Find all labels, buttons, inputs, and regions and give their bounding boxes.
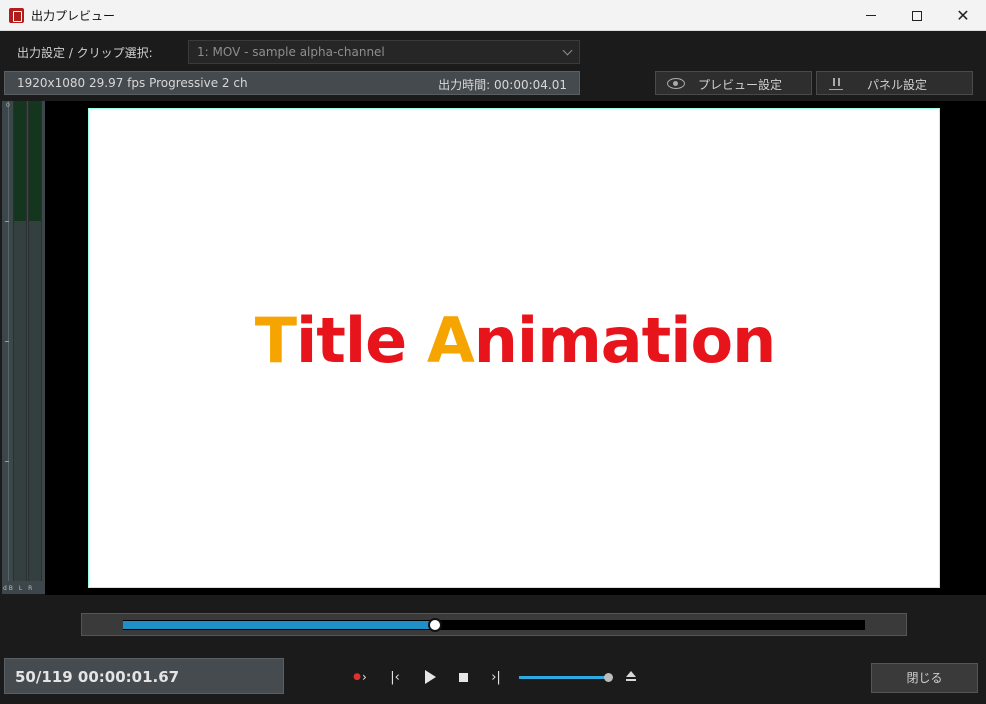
title-letter-t: T <box>254 304 297 377</box>
clip-select-value: 1: MOV - sample alpha-channel <box>197 45 385 59</box>
set-in-point-button[interactable]: ● › <box>348 666 372 688</box>
skip-back-icon: |‹ <box>390 669 400 685</box>
panel-settings-button[interactable]: パネル設定 <box>816 71 973 95</box>
output-format: 1920x1080 29.97 fps Progressive 2 ch <box>17 76 248 90</box>
meter-scale <box>2 101 9 581</box>
output-duration: 出力時間: 00:00:04.01 <box>438 78 567 92</box>
skip-forward-icon: ›| <box>491 669 501 685</box>
window-title: 出力プレビュー <box>31 9 116 23</box>
record-in-icon: ● <box>353 672 362 682</box>
stop-button[interactable] <box>451 666 475 688</box>
timeline-bar <box>81 613 907 636</box>
output-info-bar: 1920x1080 29.97 fps Progressive 2 ch 出力時… <box>4 71 580 95</box>
playback-speed-slider[interactable] <box>519 673 613 682</box>
timeline-playhead[interactable] <box>427 618 442 632</box>
title-letter-a: A <box>426 304 475 377</box>
play-button[interactable] <box>418 666 442 688</box>
close-icon: ✕ <box>956 6 970 25</box>
frame-counter: 50/119 00:00:01.67 <box>4 658 284 694</box>
preview-settings-button[interactable]: プレビュー設定 <box>655 71 812 95</box>
eject-icon[interactable] <box>625 671 637 683</box>
close-dialog-button[interactable]: 閉じる <box>871 663 978 693</box>
chevron-down-icon <box>562 45 573 56</box>
preview-title-text: Title Animation <box>89 304 941 377</box>
skip-forward-button[interactable]: ›| <box>484 666 508 688</box>
meter-channel-labels: dB L R <box>3 585 35 592</box>
minimize-icon <box>866 15 876 16</box>
skip-back-button[interactable]: |‹ <box>383 666 407 688</box>
preview-settings-label: プレビュー設定 <box>698 78 783 92</box>
speed-slider-handle[interactable] <box>604 673 613 682</box>
meter-tick <box>5 221 9 222</box>
audio-meter: 0 dB L R <box>2 101 45 594</box>
meter-channel-right <box>28 101 42 581</box>
meter-top-label: 0 <box>6 102 10 109</box>
timeline-track[interactable] <box>123 618 865 632</box>
app-icon <box>9 8 24 23</box>
title-word-2-rest: nimation <box>473 304 776 377</box>
window-titlebar: 出力プレビュー ✕ <box>0 0 986 31</box>
stop-icon <box>458 672 468 682</box>
frame-counter-text: 50/119 00:00:01.67 <box>15 668 180 686</box>
meter-peak-right <box>29 101 41 221</box>
timeline-progress-fill <box>123 621 435 629</box>
meter-tick <box>5 341 9 342</box>
window-close-button[interactable]: ✕ <box>940 0 986 31</box>
preview-canvas: Title Animation <box>88 108 940 588</box>
app-body: 出力設定 / クリップ選択: 1: MOV - sample alpha-cha… <box>0 31 986 704</box>
play-icon <box>424 670 436 684</box>
panel-download-icon <box>829 78 843 90</box>
meter-tick <box>5 461 9 462</box>
minimize-button[interactable] <box>848 0 894 31</box>
output-clip-label: 出力設定 / クリップ選択: <box>17 46 153 60</box>
title-word-1-rest: itle <box>296 304 427 377</box>
preview-area: Title Animation <box>45 101 986 595</box>
maximize-button[interactable] <box>894 0 940 31</box>
maximize-icon <box>912 10 922 21</box>
meter-peak-left <box>14 101 26 221</box>
clip-select-dropdown[interactable]: 1: MOV - sample alpha-channel <box>188 40 580 64</box>
eye-settings-icon <box>667 78 685 89</box>
panel-settings-label: パネル設定 <box>867 78 928 92</box>
meter-channel-left <box>13 101 27 581</box>
